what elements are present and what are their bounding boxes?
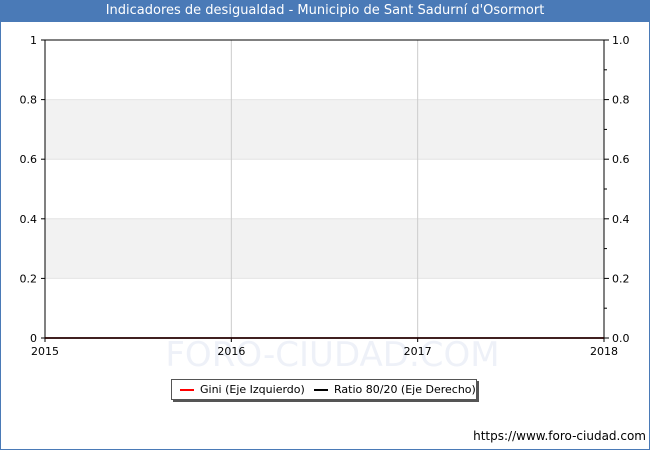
x-tick-label: 2015 — [31, 345, 59, 358]
chart-legend: Gini (Eje Izquierdo) Ratio 80/20 (Eje De… — [171, 379, 477, 400]
plot-border — [44, 39, 605, 339]
footer-url[interactable]: https://www.foro-ciudad.com — [473, 429, 646, 443]
y-left-tick-label: 0.2 — [20, 272, 38, 285]
legend-label-gini: Gini (Eje Izquierdo) — [200, 383, 305, 396]
y-left-tick-label: 0.8 — [20, 94, 38, 107]
y-right-tick-label: 0.4 — [612, 213, 630, 226]
y-left-tick-label: 0.4 — [20, 213, 38, 226]
x-tick-label: 2017 — [404, 345, 432, 358]
legend-label-ratio: Ratio 80/20 (Eje Derecho) — [334, 383, 476, 396]
y-right-tick-label: 0.2 — [612, 272, 630, 285]
y-right-tick-label: 0.6 — [612, 153, 630, 166]
y-right-tick-label: 0.0 — [612, 332, 630, 345]
plot-band — [45, 99, 604, 160]
legend-swatch-gini — [180, 389, 194, 391]
y-left-tick-label: 0.6 — [20, 153, 38, 166]
y-right-tick-label: 0.8 — [612, 94, 630, 107]
y-left-tick-label: 0 — [30, 332, 37, 345]
watermark: FORO-CIUDAD.COM — [165, 335, 499, 375]
y-right-tick-label: 1.0 — [612, 34, 630, 47]
x-tick-label: 2016 — [217, 345, 245, 358]
legend-swatch-ratio — [314, 389, 328, 391]
x-tick-label: 2018 — [590, 345, 618, 358]
y-left-tick-label: 1 — [30, 34, 37, 47]
plot-band — [45, 218, 604, 279]
